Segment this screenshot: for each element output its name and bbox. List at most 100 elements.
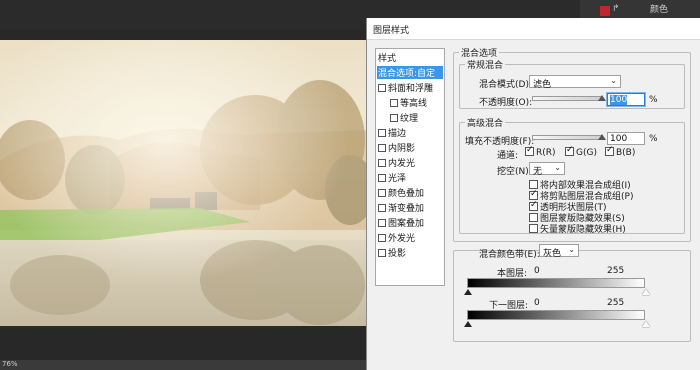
- style-item-label: 颜色叠加: [388, 189, 425, 199]
- chevron-down-icon: ⌄: [568, 245, 575, 254]
- style-item-inner-glow[interactable]: 内发光: [378, 156, 415, 169]
- style-item-label: 描边: [388, 129, 407, 139]
- style-checkbox[interactable]: [390, 99, 398, 107]
- underlying-white-slider[interactable]: [642, 321, 650, 327]
- opacity-unit: %: [649, 95, 658, 105]
- opacity-slider-thumb[interactable]: [598, 95, 606, 101]
- style-checkbox[interactable]: [378, 204, 386, 212]
- style-checkbox[interactable]: [378, 144, 386, 152]
- style-checkbox[interactable]: [378, 234, 386, 242]
- style-checkbox[interactable]: [378, 129, 386, 137]
- blend-if-label: 混合颜色带(E):: [479, 250, 540, 260]
- channel-b-checkbox[interactable]: B(B): [605, 145, 636, 158]
- underlying-layer-min: 0: [534, 298, 540, 308]
- style-item-label: 外发光: [388, 234, 416, 244]
- style-item-bevel-emboss[interactable]: 斜面和浮雕: [378, 81, 433, 94]
- checkbox[interactable]: [565, 145, 574, 156]
- this-layer-black-slider[interactable]: [464, 289, 472, 295]
- underlying-layer-gradient: [467, 310, 645, 320]
- this-layer-min: 0: [534, 266, 540, 276]
- style-checkbox[interactable]: [378, 159, 386, 167]
- opacity-slider[interactable]: [532, 96, 602, 101]
- style-checkbox[interactable]: [378, 84, 386, 92]
- style-item-label: 斜面和浮雕: [388, 84, 434, 94]
- this-layer-white-slider[interactable]: [642, 289, 650, 295]
- channels-label: 通道:: [497, 151, 519, 161]
- style-item-color-overlay[interactable]: 颜色叠加: [378, 186, 424, 199]
- opacity-input[interactable]: 100: [607, 93, 645, 106]
- checkbox-label: B(B): [616, 148, 636, 158]
- foreground-swatch[interactable]: [600, 6, 610, 16]
- style-item-label: 纹理: [400, 114, 419, 124]
- checkbox[interactable]: [529, 180, 538, 189]
- blend-mode-label: 混合模式(D):: [479, 80, 532, 90]
- style-item-inner-shadow[interactable]: 内阴影: [378, 141, 415, 154]
- general-blending-title: 常规混合: [465, 58, 506, 71]
- fill-opacity-label: 填充不透明度(F):: [465, 137, 535, 147]
- style-item-texture[interactable]: 纹理: [390, 111, 418, 124]
- checkbox[interactable]: [605, 145, 614, 156]
- style-item-label: 光泽: [388, 174, 407, 184]
- style-item-outer-glow[interactable]: 外发光: [378, 231, 415, 244]
- style-item-label: 内阴影: [388, 144, 416, 154]
- dialog-title: 图层样式: [367, 18, 700, 40]
- zoom-level[interactable]: 76%: [2, 360, 18, 368]
- checkbox[interactable]: [529, 200, 538, 211]
- style-item-gradient-overlay[interactable]: 渐变叠加: [378, 201, 424, 214]
- style-item-label: 投影: [388, 249, 407, 259]
- fill-opacity-value: 100: [610, 134, 628, 144]
- checkbox-label: R(R): [536, 148, 556, 158]
- vector-mask-hides-effects-checkbox[interactable]: 矢量蒙版隐藏效果(H): [529, 222, 626, 235]
- style-item-label: 图案叠加: [388, 219, 425, 229]
- landscape-photo: [0, 40, 368, 326]
- channel-r-checkbox[interactable]: R(R): [525, 145, 556, 158]
- style-item-label: 内发光: [388, 159, 416, 169]
- tab-color[interactable]: 颜色: [650, 2, 668, 15]
- style-item-pattern-overlay[interactable]: 图案叠加: [378, 216, 424, 229]
- knockout-select[interactable]: 无 ⌄: [529, 162, 565, 177]
- chevron-down-icon: ⌄: [554, 163, 561, 172]
- fill-opacity-slider[interactable]: [532, 135, 602, 140]
- underlying-layer-max: 255: [607, 298, 625, 308]
- style-item-stroke[interactable]: 描边: [378, 126, 406, 139]
- underlying-black-slider[interactable]: [464, 321, 472, 327]
- swap-colors-icon[interactable]: ↱: [612, 4, 620, 14]
- fill-opacity-unit: %: [649, 134, 658, 144]
- style-checkbox[interactable]: [378, 174, 386, 182]
- channel-g-checkbox[interactable]: G(G): [565, 145, 597, 158]
- blend-if-select[interactable]: 灰色 ⌄: [539, 244, 579, 259]
- checkbox-label: G(G): [576, 148, 597, 158]
- opacity-value: 100: [610, 95, 628, 105]
- checkbox[interactable]: [525, 145, 534, 156]
- style-item-satin[interactable]: 光泽: [378, 171, 406, 184]
- style-item-label: 混合选项:自定: [378, 69, 436, 79]
- fill-opacity-input[interactable]: 100: [607, 132, 645, 145]
- blend-if-value: 灰色: [543, 249, 562, 259]
- blend-mode-value: 滤色: [533, 80, 552, 90]
- document-canvas[interactable]: [0, 40, 368, 326]
- style-item-label: 等高线: [400, 99, 428, 109]
- style-item-drop-shadow[interactable]: 投影: [378, 246, 406, 259]
- layer-style-dialog: 图层样式 样式 混合选项:自定 斜面和浮雕 等高线 纹理 描边 内阴影 内发光 …: [366, 18, 700, 370]
- style-checkbox[interactable]: [378, 249, 386, 257]
- styles-header[interactable]: 样式: [378, 51, 396, 64]
- style-checkbox[interactable]: [390, 114, 398, 122]
- this-layer-max: 255: [607, 266, 625, 276]
- chevron-down-icon: ⌄: [610, 76, 617, 85]
- checkbox[interactable]: [529, 213, 538, 222]
- style-checkbox[interactable]: [378, 189, 386, 197]
- checkbox[interactable]: [529, 189, 538, 200]
- blend-mode-select[interactable]: 滤色 ⌄: [529, 75, 621, 90]
- advanced-blending-title: 高级混合: [465, 116, 506, 129]
- blend-if-group: [453, 250, 691, 342]
- opacity-label: 不透明度(O):: [479, 98, 533, 108]
- style-item-blending-options[interactable]: 混合选项:自定: [377, 66, 443, 79]
- fill-opacity-slider-thumb[interactable]: [598, 134, 606, 140]
- checkbox-label: 矢量蒙版隐藏效果(H): [540, 225, 626, 235]
- status-bar: 76%: [0, 360, 368, 370]
- style-item-label: 渐变叠加: [388, 204, 425, 214]
- style-item-contour[interactable]: 等高线: [390, 96, 427, 109]
- style-checkbox[interactable]: [378, 219, 386, 227]
- checkbox[interactable]: [529, 224, 538, 233]
- this-layer-gradient: [467, 278, 645, 288]
